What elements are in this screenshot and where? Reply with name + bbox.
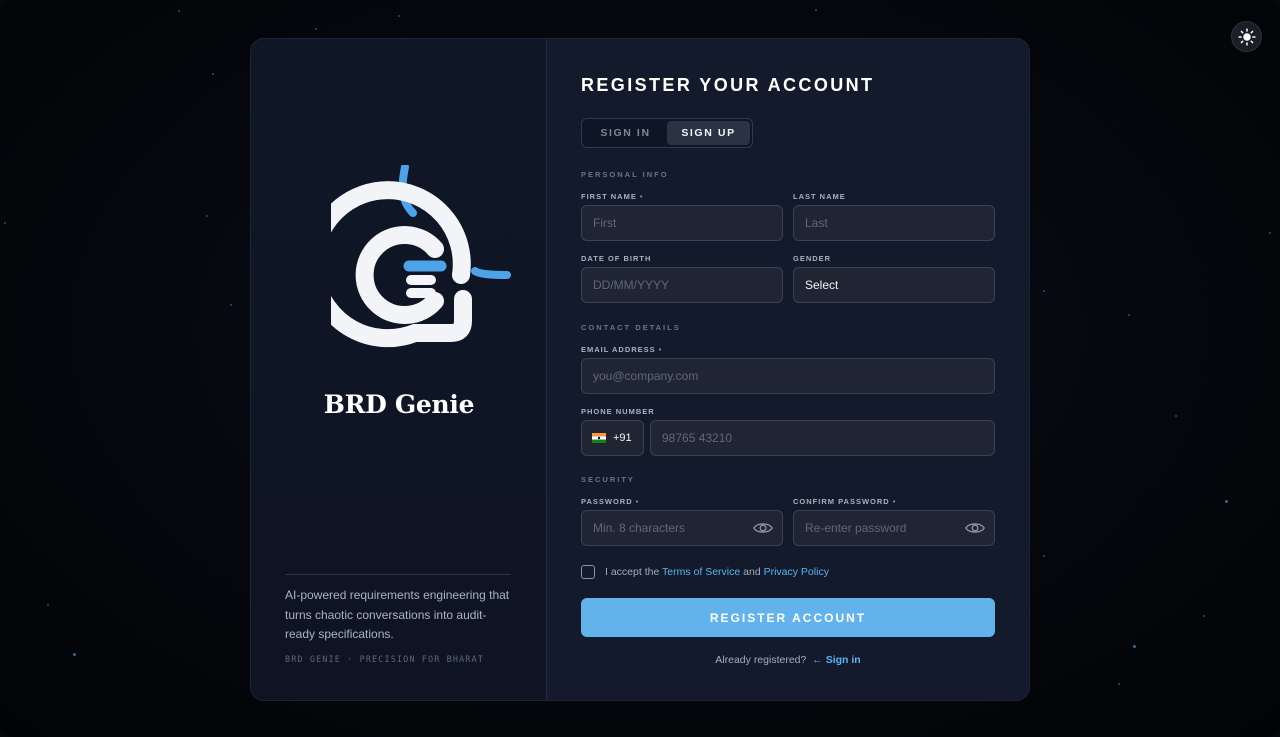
confirm-password-input[interactable]: [805, 521, 983, 535]
india-flag-icon: [592, 433, 606, 443]
star: [1175, 415, 1177, 417]
first-name-label: FIRST NAME •: [581, 192, 643, 201]
confirm-password-field[interactable]: [793, 510, 995, 546]
first-name-field[interactable]: [581, 205, 783, 241]
last-name-field[interactable]: [793, 205, 995, 241]
terms-and: and: [743, 566, 761, 578]
password-input[interactable]: [593, 521, 771, 535]
form-title: REGISTER YOUR ACCOUNT: [581, 75, 875, 95]
email-input[interactable]: [593, 369, 983, 383]
country-code-value: +91: [613, 432, 632, 444]
star: [1128, 314, 1130, 316]
page-background: BRD Genie AI-powered requirements engine…: [0, 0, 1280, 737]
star: [315, 28, 317, 30]
required-dot: •: [658, 345, 663, 354]
star: [815, 9, 817, 11]
terms-text: I accept the Terms of Service and Privac…: [605, 566, 829, 578]
password-label-text: PASSWORD: [581, 497, 633, 506]
email-label-text: EMAIL ADDRESS: [581, 345, 656, 354]
star: [206, 215, 208, 217]
star: [1225, 500, 1228, 503]
dob-input[interactable]: [593, 278, 771, 292]
email-label: EMAIL ADDRESS •: [581, 345, 662, 354]
star: [1269, 232, 1271, 234]
gender-select[interactable]: Select: [793, 267, 995, 303]
star: [1133, 645, 1136, 648]
tab-sign-in[interactable]: SIGN IN: [584, 121, 667, 145]
eye-icon[interactable]: [965, 520, 985, 536]
required-dot: •: [639, 192, 644, 201]
phone-label: PHONE NUMBER: [581, 407, 655, 416]
star: [47, 604, 49, 606]
gender-select-value: Select: [805, 278, 839, 292]
dob-field[interactable]: [581, 267, 783, 303]
star: [4, 222, 6, 224]
sign-in-link[interactable]: ← Sign in: [812, 654, 860, 666]
confirm-password-label: CONFIRM PASSWORD •: [793, 497, 896, 506]
section-contact-details: CONTACT DETAILS: [581, 323, 681, 332]
star: [1043, 290, 1045, 292]
last-name-input[interactable]: [805, 216, 983, 230]
divider: [285, 574, 511, 575]
section-personal-info: PERSONAL INFO: [581, 170, 669, 179]
star: [73, 653, 76, 656]
phone-input[interactable]: [662, 431, 983, 445]
star: [398, 15, 400, 17]
privacy-policy-link[interactable]: Privacy Policy: [764, 566, 829, 578]
required-dot: •: [635, 497, 640, 506]
terms-row: I accept the Terms of Service and Privac…: [581, 565, 829, 579]
eye-icon[interactable]: [753, 520, 773, 536]
genie-logo-icon: [304, 163, 511, 348]
brand-name: BRD Genie: [323, 390, 475, 419]
dob-label: DATE OF BIRTH: [581, 254, 652, 263]
terms-prefix: I accept the: [605, 566, 660, 578]
star: [178, 10, 180, 12]
star: [1043, 555, 1045, 557]
first-name-label-text: FIRST NAME: [581, 192, 637, 201]
star: [230, 304, 232, 306]
theme-toggle-button[interactable]: [1231, 21, 1262, 52]
register-account-button[interactable]: REGISTER ACCOUNT: [581, 598, 995, 637]
gender-label: GENDER: [793, 254, 832, 263]
star: [1203, 615, 1205, 617]
tab-sign-up[interactable]: SIGN UP: [667, 121, 750, 145]
email-field[interactable]: [581, 358, 995, 394]
required-dot: •: [892, 497, 897, 506]
auth-tabs: SIGN IN SIGN UP: [581, 118, 753, 148]
brand-panel: BRD Genie AI-powered requirements engine…: [251, 39, 547, 700]
terms-checkbox[interactable]: [581, 565, 595, 579]
brand-tagline: AI-powered requirements engineering that…: [285, 588, 510, 641]
phone-field[interactable]: [650, 420, 995, 456]
country-code-select[interactable]: +91: [581, 420, 644, 456]
brand-logo: [304, 163, 511, 385]
confirm-password-label-text: CONFIRM PASSWORD: [793, 497, 890, 506]
auth-card: BRD Genie AI-powered requirements engine…: [250, 38, 1030, 701]
register-form: REGISTER YOUR ACCOUNT SIGN IN SIGN UP PE…: [547, 39, 1029, 700]
last-name-label: LAST NAME: [793, 192, 846, 201]
star: [1118, 683, 1120, 685]
already-registered-text: Already registered?: [715, 654, 807, 666]
terms-of-service-link[interactable]: Terms of Service: [662, 566, 740, 578]
star: [212, 73, 214, 75]
sun-icon: [1237, 27, 1256, 46]
section-security: SECURITY: [581, 475, 635, 484]
brand-footer: BRD GENIE · PRECISION FOR BHARAT: [285, 655, 484, 665]
password-label: PASSWORD •: [581, 497, 639, 506]
first-name-input[interactable]: [593, 216, 771, 230]
password-field[interactable]: [581, 510, 783, 546]
already-registered: Already registered? ← Sign in: [547, 654, 1029, 666]
